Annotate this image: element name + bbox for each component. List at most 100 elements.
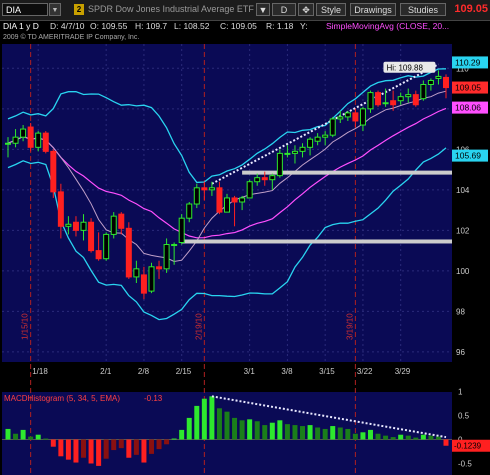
candle-body [140,274,147,294]
macd-bar [367,429,373,440]
price-tag-label: 105.69 [455,151,481,161]
hi-label: Hi: 109.88 [386,64,423,73]
macd-bar [269,422,275,440]
candle-body [322,134,329,138]
macd-bar [315,427,321,440]
candle-body [95,250,102,260]
time-tick-label: 2/8 [138,367,150,376]
macd-bar [171,438,177,440]
candle-body [352,112,359,122]
candle-body [224,197,230,213]
candle-body [72,221,79,231]
price-tick-label: 96 [456,348,465,357]
candle-body [390,100,397,106]
macd-tick-label: 1 [458,388,463,397]
candle-body [299,146,306,152]
candle-body [344,112,351,118]
macd-bar [284,424,290,440]
macd-bar [126,439,132,458]
candle-body [148,266,155,292]
candle-body [110,215,117,235]
candle-body [27,126,34,148]
candle-body [193,187,200,205]
candle-body [269,175,276,181]
candle-body [171,244,178,247]
macd-bar [65,439,71,460]
candle-body [276,152,283,177]
candle-body [359,108,366,126]
time-tick-label: 3/29 [395,367,411,376]
macd-bar [247,419,253,440]
macd-bar [420,434,426,440]
macd-bar [443,439,449,446]
macd-bar [352,433,358,440]
macd-bar [164,439,170,445]
candle-body [239,197,246,203]
candle-body [103,233,110,260]
macd-bar [50,439,56,447]
candle-body [42,132,49,152]
macd-bar [148,439,154,454]
candle-body [35,132,42,148]
candle-body [337,116,344,120]
price-tag-label: 109.05 [455,83,481,93]
chart-canvas[interactable]: 11010810610410210098961/15/102/19/103/19… [0,0,490,475]
macd-bar [254,421,260,440]
time-tick-label: 2/15 [176,367,192,376]
candle-body [80,221,87,231]
macd-bar [360,432,366,440]
candle-body [50,150,57,193]
macd-bar [73,439,79,463]
date-marker-label: 1/15/10 [21,313,30,340]
time-tick-label: 3/15 [319,367,335,376]
macd-bar [103,439,109,459]
candle-body [5,142,11,145]
macd-bar [179,429,185,440]
macd-bar [292,425,298,440]
macd-bar [300,426,306,440]
candle-body [65,223,72,227]
candle-body [375,92,382,106]
candle-body [420,84,427,100]
macd-bar [232,417,238,440]
macd-bar [398,434,404,440]
candle-body [435,75,442,79]
macd-bar [390,437,396,440]
macd-bar [216,408,222,440]
candle-body [246,181,253,199]
macd-bar [156,439,162,450]
candle-body [261,177,268,181]
candle-body [231,197,238,203]
macd-bar [405,435,411,440]
candle-body [118,213,125,229]
macd-bar [5,428,11,440]
macd-bar [141,439,147,463]
macd-bar [28,436,34,440]
macd-bar [239,420,245,440]
candle-body [397,96,404,102]
candle-body [443,76,449,89]
candle-body [163,244,170,270]
candle-body [20,128,27,138]
time-tick-label: 3/8 [281,367,293,376]
candle-body [12,136,19,144]
macd-bar [383,435,389,440]
macd-tick-label: -0.5 [458,460,472,469]
macd-bar [209,396,215,440]
candle-body [88,221,95,252]
candle-body [382,102,389,105]
macd-bar [20,429,26,440]
candle-body [412,94,419,106]
price-tick-label: 102 [456,226,470,235]
time-tick-label: 3/1 [244,367,256,376]
macd-bar [118,439,124,449]
macd-bar [35,434,41,440]
macd-bar [307,425,313,440]
macd-bar [194,405,200,440]
macd-bar [322,428,328,440]
candle-body [367,92,374,110]
candle-body [307,138,314,148]
candle-body [201,187,208,191]
candle-body [284,152,291,155]
candle-body [329,118,336,136]
